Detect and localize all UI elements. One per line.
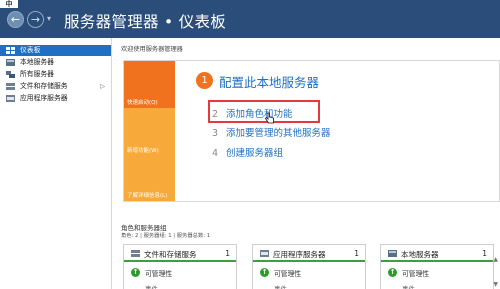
server-icon [6, 59, 15, 66]
card-count: 1 [354, 249, 359, 258]
card-title: 本地服务器 [401, 250, 439, 259]
card-header: 文件和存储服务 1 [124, 245, 236, 262]
sidebar-item-label: 文件和存储服务 [20, 82, 68, 90]
main-content: 欢迎使用服务器管理器 快速启动(Q) 新增功能(W) 了解详细信息(L) 1 配… [113, 38, 500, 289]
sidebar-item-label: 本地服务器 [20, 58, 54, 66]
sidebar-item-app-server[interactable]: 应用程序服务器 [0, 93, 111, 104]
status-ok-icon: ↑ [131, 268, 140, 277]
status-ok-icon: ↑ [388, 268, 397, 277]
step-number: 4 [212, 148, 219, 159]
status-ok-icon: ↑ [260, 268, 269, 277]
app-server-icon [6, 95, 15, 102]
manageability-status[interactable]: 可管理性 [274, 268, 301, 278]
dashboard-icon [6, 47, 15, 54]
back-button[interactable]: ← [7, 11, 24, 28]
add-other-servers-link[interactable]: 3 添加要管理的其他服务器 [212, 125, 331, 139]
highlight-box [208, 100, 320, 123]
forward-button[interactable]: → [27, 11, 44, 28]
events-link[interactable]: 事件 [402, 283, 415, 289]
tile-label: 快速启动(Q) [127, 100, 158, 106]
page-title: 服务器管理器 • 仪表板 [64, 13, 227, 31]
configure-local-server-link[interactable]: 配置此本地服务器 [219, 72, 319, 91]
sidebar-item-file-storage[interactable]: 文件和存储服务 ▷ [0, 81, 111, 92]
quick-start-panel: 快速启动(Q) 新增功能(W) 了解详细信息(L) 1 配置此本地服务器 2 添加… [123, 60, 500, 202]
app-server-icon [260, 250, 269, 257]
sidebar-item-label: 应用程序服务器 [20, 94, 68, 102]
sidebar-item-dashboard[interactable]: 仪表板 [0, 45, 111, 56]
server-icon [388, 250, 397, 257]
tile-learn-more[interactable]: 了解详细信息(L) [124, 156, 175, 201]
tile-quick-start[interactable]: 快速启动(Q) [124, 61, 175, 108]
card-header: 应用程序服务器 1 [253, 245, 365, 262]
role-card-app-server[interactable]: 应用程序服务器 1 ↑ 可管理性 事件 [252, 244, 366, 289]
manageability-status[interactable]: 可管理性 [145, 268, 172, 278]
sidebar-item-local-server[interactable]: 本地服务器 [0, 57, 111, 68]
history-dropdown-icon[interactable]: ▾ [47, 14, 51, 23]
storage-icon [6, 83, 15, 90]
sidebar-item-label: 仪表板 [20, 46, 41, 54]
manageability-status[interactable]: 可管理性 [402, 268, 429, 278]
welcome-heading: 欢迎使用服务器管理器 [121, 46, 183, 53]
role-card-file-storage[interactable]: 文件和存储服务 1 ↑ 可管理性 事件 [123, 244, 237, 289]
storage-icon [131, 250, 140, 257]
tile-label: 新增功能(W) [127, 148, 159, 154]
step-label: 创建服务器组 [226, 148, 284, 159]
servers-icon [6, 71, 15, 78]
card-title: 应用程序服务器 [273, 250, 326, 259]
scroll-down-icon[interactable]: ▼ [493, 281, 498, 288]
tile-label: 了解详细信息(L) [127, 193, 168, 199]
card-count: 1 [225, 249, 230, 258]
expand-arrow-icon[interactable]: ▷ [100, 81, 105, 92]
card-count: 1 [482, 249, 487, 258]
sidebar-item-all-servers[interactable]: 所有服务器 [0, 69, 111, 80]
scroll-up-icon[interactable]: ▲ [493, 256, 498, 263]
card-header: 本地服务器 1 [381, 245, 493, 262]
hand-cursor-icon [265, 112, 274, 124]
role-card-local-server[interactable]: 本地服务器 1 ↑ 可管理性 事件 [380, 244, 494, 289]
events-link[interactable]: 事件 [274, 283, 287, 289]
card-title: 文件和存储服务 [144, 250, 197, 259]
input-method-indicator[interactable]: 中 [0, 0, 18, 8]
create-server-group-link[interactable]: 4 创建服务器组 [212, 145, 283, 159]
sidebar-item-label: 所有服务器 [20, 70, 54, 78]
title-bar: 中 ← → ▾ 服务器管理器 • 仪表板 [0, 0, 500, 38]
events-link[interactable]: 事件 [145, 283, 158, 289]
roles-summary: 角色: 2 | 服务器组: 1 | 服务器总数: 1 [121, 233, 211, 239]
sidebar: 仪表板 本地服务器 所有服务器 文件和存储服务 ▷ 应用程序服务器 [0, 38, 112, 289]
step-number-badge: 1 [196, 72, 213, 89]
tile-whats-new[interactable]: 新增功能(W) [124, 108, 175, 156]
step-label: 添加要管理的其他服务器 [226, 128, 331, 139]
step-number: 3 [212, 128, 219, 139]
